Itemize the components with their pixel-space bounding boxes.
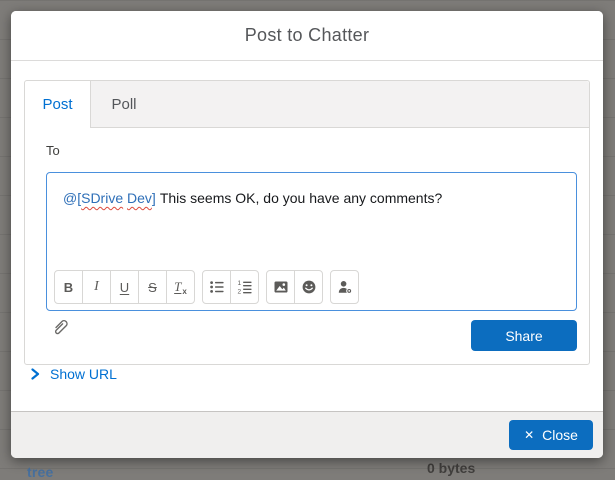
italic-icon: I [94, 279, 99, 295]
add-user-icon [337, 279, 353, 295]
message-editor[interactable]: @[SDrive Dev]This seems OK, do you have … [47, 173, 576, 208]
emoji-button[interactable] [294, 270, 323, 304]
add-user-button[interactable] [330, 270, 359, 304]
underline-icon: U [120, 280, 129, 295]
chevron-right-icon [30, 368, 41, 380]
emoji-icon [301, 279, 317, 295]
post-to-chatter-modal: Post to Chatter Post Poll To @[SDrive De… [11, 11, 603, 458]
background-file-size: 0 bytes [427, 460, 475, 476]
paperclip-icon [50, 318, 70, 338]
show-url-toggle[interactable]: Show URL [30, 366, 117, 382]
remove-format-sub: x [182, 287, 186, 296]
rich-text-editor: @[SDrive Dev]This seems OK, do you have … [46, 172, 577, 311]
italic-button[interactable]: I [82, 270, 111, 304]
remove-format-icon: T [174, 279, 181, 295]
chatter-tab-panel: Post Poll To @[SDrive Dev]This seems OK,… [24, 80, 590, 365]
numbered-list-button[interactable]: 1 2 [230, 270, 259, 304]
tab-poll[interactable]: Poll [91, 81, 157, 128]
formatting-toolbar: B I U S Tx [54, 270, 359, 304]
tab-strip: Post Poll [25, 81, 589, 128]
mention-suffix: ] [152, 190, 156, 206]
modal-title: Post to Chatter [245, 25, 370, 46]
modal-footer: ✕ Close [11, 411, 603, 458]
background-file-link: tree [27, 464, 53, 480]
insert-image-button[interactable] [266, 270, 295, 304]
close-icon: ✕ [524, 428, 534, 442]
image-icon [273, 279, 289, 295]
to-label: To [46, 143, 60, 158]
close-button[interactable]: ✕ Close [509, 420, 593, 450]
strikethrough-icon: S [148, 280, 157, 295]
strikethrough-button[interactable]: S [138, 270, 167, 304]
bold-button[interactable]: B [54, 270, 83, 304]
list-group: 1 2 [202, 270, 259, 304]
numbered-list-icon: 1 2 [237, 279, 253, 295]
media-group [266, 270, 323, 304]
message-text: This seems OK, do you have any comments? [160, 190, 442, 206]
close-label: Close [542, 427, 578, 443]
modal-header: Post to Chatter [11, 11, 603, 61]
underline-button[interactable]: U [110, 270, 139, 304]
mention-word-1: SDrive [81, 190, 123, 206]
attach-file-button[interactable] [49, 318, 71, 340]
tab-strip-filler [157, 81, 589, 128]
mention-token: @[SDrive Dev] [63, 190, 156, 206]
bullet-list-button[interactable] [202, 270, 231, 304]
share-button[interactable]: Share [471, 320, 577, 351]
show-url-label: Show URL [50, 366, 117, 382]
mention-group [330, 270, 359, 304]
svg-text:1: 1 [237, 280, 241, 287]
svg-text:2: 2 [237, 289, 241, 296]
bold-icon: B [64, 280, 73, 295]
text-style-group: B I U S Tx [54, 270, 195, 304]
mention-word-2: Dev [127, 190, 152, 206]
mention-prefix: @[ [63, 190, 81, 206]
tab-post[interactable]: Post [25, 81, 91, 128]
bullet-list-icon [209, 279, 225, 295]
remove-format-button[interactable]: Tx [166, 270, 195, 304]
